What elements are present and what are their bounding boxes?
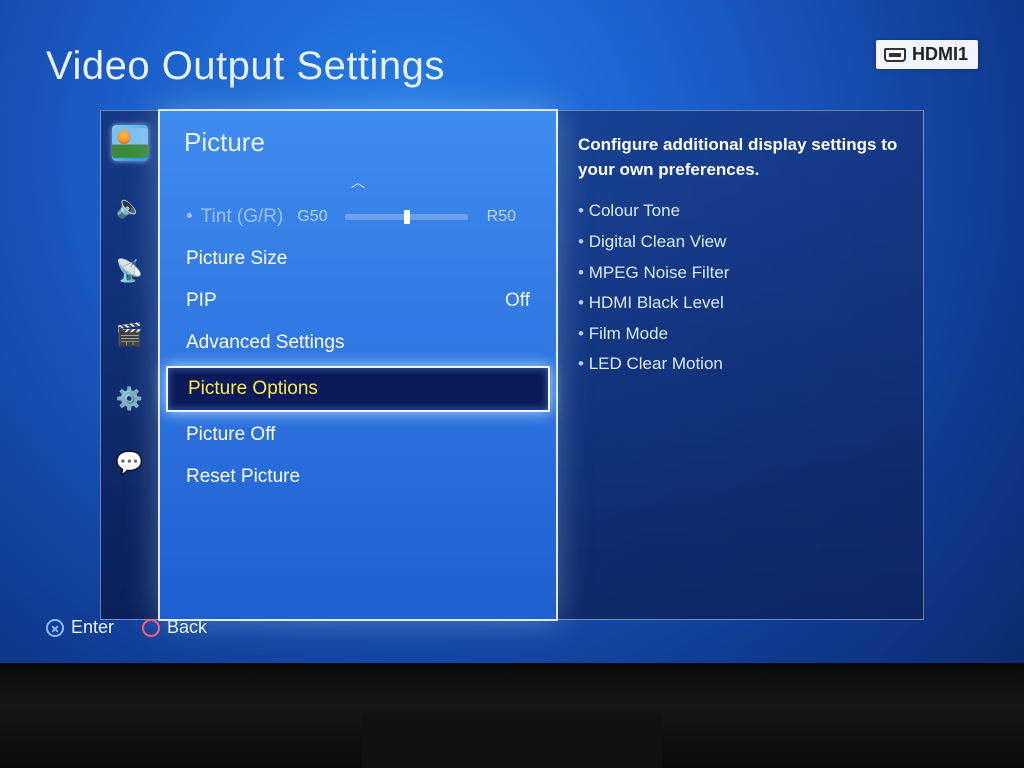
input-source-label: HDMI1	[912, 44, 968, 65]
help-bullet: HDMI Black Level	[578, 288, 903, 319]
menu-item-label: Tint (G/R)	[201, 206, 284, 227]
picture-icon[interactable]	[112, 125, 148, 161]
system-icon[interactable]: ⚙️	[112, 381, 148, 417]
applications-icon[interactable]: 🎬	[112, 317, 148, 353]
tint-left-value: G50	[297, 208, 335, 226]
hint-enter-label: Enter	[71, 617, 114, 638]
hint-enter: Enter	[46, 617, 114, 638]
menu-item-label: Advanced Settings	[186, 332, 344, 354]
circle-button-icon	[142, 619, 160, 637]
tv-bezel	[0, 663, 1024, 768]
menu-header: Picture	[160, 123, 556, 172]
help-bullet: Colour Tone	[578, 196, 903, 227]
menu-item-label: Picture Options	[188, 378, 318, 400]
scroll-up-icon[interactable]: ︿	[160, 172, 556, 196]
page-title: Video Output Settings	[46, 44, 445, 89]
menu-panel: Picture ︿ •Tint (G/R) G50 R50 Picture Si…	[158, 109, 558, 621]
help-bullet: Film Mode	[578, 319, 903, 350]
tint-slider: G50 R50	[297, 208, 516, 226]
menu-item-advanced-settings[interactable]: Advanced Settings	[160, 322, 556, 364]
menu-item-picture-options[interactable]: Picture Options	[166, 366, 550, 412]
help-bullet: MPEG Noise Filter	[578, 258, 903, 289]
menu-item-reset-picture[interactable]: Reset Picture	[160, 456, 556, 498]
menu-item-picture-size[interactable]: Picture Size	[160, 238, 556, 280]
help-bullet: LED Clear Motion	[578, 349, 903, 380]
picture-thumb-icon	[112, 128, 148, 158]
tint-knob	[404, 210, 410, 224]
hdmi-port-icon	[884, 48, 906, 62]
menu-item-value: Off	[505, 290, 530, 312]
sound-icon[interactable]: 🔈	[112, 189, 148, 225]
category-rail: 🔈 📡 🎬 ⚙️ 💬	[101, 111, 159, 619]
help-panel: Configure additional display settings to…	[558, 111, 923, 619]
help-list: Colour Tone Digital Clean View MPEG Nois…	[578, 196, 903, 380]
network-icon[interactable]: 📡	[112, 253, 148, 289]
tint-track	[345, 214, 468, 220]
menu-item-label: Picture Off	[186, 424, 275, 446]
tv-stand	[362, 713, 662, 768]
menu-item-picture-off[interactable]: Picture Off	[160, 414, 556, 456]
input-source-badge: HDMI1	[876, 40, 978, 69]
help-title: Configure additional display settings to…	[578, 133, 903, 182]
tint-right-value: R50	[478, 208, 516, 226]
menu-item-label: Picture Size	[186, 248, 287, 270]
menu-item-label: PIP	[186, 290, 217, 312]
menu-item-label: Reset Picture	[186, 466, 300, 488]
menu-item-pip[interactable]: PIP Off	[160, 280, 556, 322]
settings-container: 🔈 📡 🎬 ⚙️ 💬 Picture ︿ •Tint (G/R) G50 R50…	[100, 110, 924, 620]
support-icon[interactable]: 💬	[112, 445, 148, 481]
help-bullet: Digital Clean View	[578, 227, 903, 258]
menu-item-tint: •Tint (G/R) G50 R50	[160, 196, 556, 238]
cross-button-icon	[46, 619, 64, 637]
